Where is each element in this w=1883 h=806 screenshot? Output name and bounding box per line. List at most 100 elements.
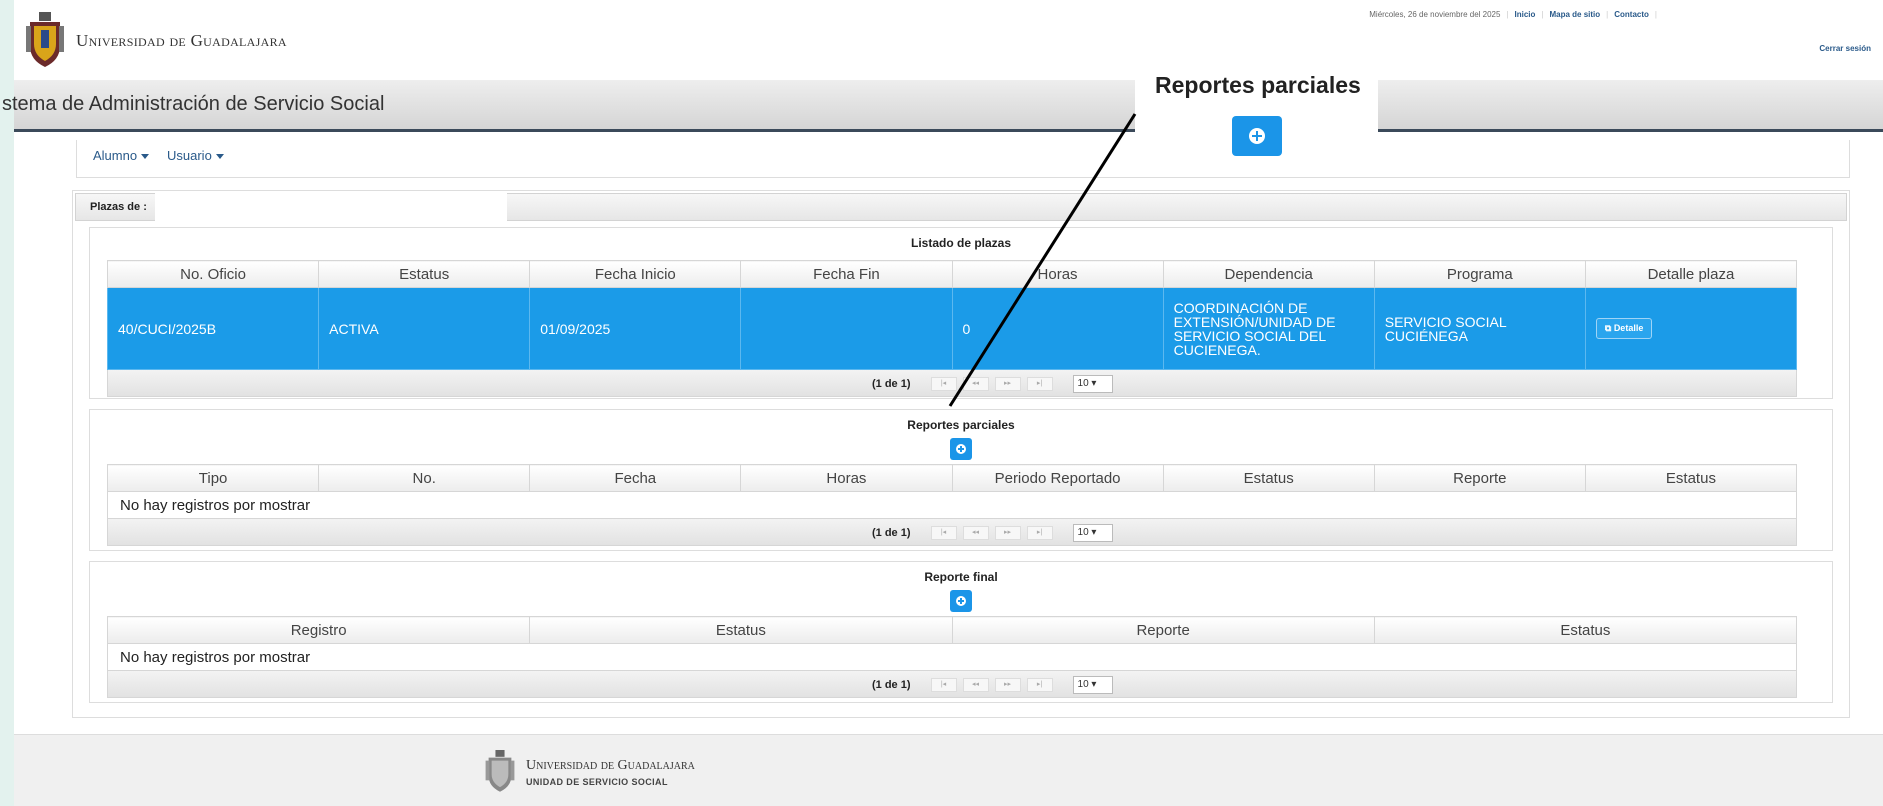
header-logo[interactable]: Universidad de Guadalajara <box>24 12 287 70</box>
link-inicio[interactable]: Inicio <box>1515 10 1536 19</box>
next-page-button[interactable]: ▸▸ <box>994 678 1021 692</box>
column-header[interactable]: Fecha Inicio <box>529 260 742 288</box>
section-reportes-parciales: Reportes parciales Tipo No. Fecha Horas … <box>89 409 1833 551</box>
detalle-button[interactable]: ⧉ Detalle <box>1595 318 1653 339</box>
link-mapa-de-sitio[interactable]: Mapa de sitio <box>1549 10 1600 19</box>
last-page-button[interactable]: ▸| <box>1026 678 1053 692</box>
section-title: Reportes parciales <box>907 418 1015 432</box>
first-page-button[interactable]: |◂ <box>930 377 957 391</box>
section-title: Listado de plazas <box>910 236 1012 250</box>
column-header[interactable]: Estatus <box>318 260 531 288</box>
cell-horas: 0 <box>951 287 1164 370</box>
university-crest-icon <box>485 750 515 792</box>
column-header[interactable]: No. Oficio <box>106 260 320 288</box>
cell-fecha-inicio: 01/09/2025 <box>529 287 742 370</box>
paginator: (1 de 1) |◂ ◂◂ ▸▸ ▸| 10 ▾ <box>107 370 1797 397</box>
reportes-parciales-table: Tipo No. Fecha Horas Periodo Reportado E… <box>106 464 1798 519</box>
callout-title: Reportes parciales <box>1155 72 1361 98</box>
column-header[interactable]: Registro <box>106 616 531 644</box>
section-title: Reporte final <box>924 570 998 584</box>
external-link-icon: ⧉ <box>1604 323 1614 333</box>
system-titlebar: stema de Administración de Servicio Soci… <box>2 80 1883 132</box>
university-crest-icon <box>26 12 64 67</box>
brand-name: Universidad de Guadalajara <box>76 31 287 50</box>
footer-unit: UNIDAD DE SERVICIO SOCIAL <box>526 776 668 787</box>
redaction-overlay <box>155 191 507 229</box>
column-header[interactable]: Estatus <box>1162 464 1375 492</box>
table-header-row: Registro Estatus Reporte Estatus <box>106 616 1798 644</box>
callout-add-button <box>1232 116 1282 156</box>
cell-dependencia: COORDINACIÓN DE EXTENSIÓN/UNIDAD DE SERV… <box>1162 287 1375 370</box>
column-header[interactable]: Reporte <box>1373 464 1586 492</box>
column-header[interactable]: Horas <box>951 260 1164 288</box>
footer: Universidad de Guadalajara UNIDAD DE SER… <box>14 734 1883 806</box>
column-header[interactable]: Periodo Reportado <box>951 464 1164 492</box>
reporte-final-table: Registro Estatus Reporte Estatus No hay … <box>106 616 1798 671</box>
column-header[interactable]: Detalle plaza <box>1584 260 1798 288</box>
column-header[interactable]: Fecha <box>529 464 742 492</box>
section-listado-plazas: Listado de plazas No. Oficio Estatus Fec… <box>89 227 1833 399</box>
cell-fecha-fin <box>740 287 953 370</box>
table-row[interactable]: 40/CUCI/2025B ACTIVA 01/09/2025 0 COORDI… <box>106 287 1798 370</box>
cell-programa: SERVICIO SOCIAL CUCIÉNEGA <box>1373 287 1586 370</box>
paginator: (1 de 1) |◂ ◂◂ ▸▸ ▸| 10 ▾ <box>107 519 1797 546</box>
column-header[interactable]: Estatus <box>529 616 953 644</box>
page: Universidad de Guadalajara Miércoles, 26… <box>2 0 1883 806</box>
prev-page-button[interactable]: ◂◂ <box>962 377 989 391</box>
link-contacto[interactable]: Contacto <box>1614 10 1649 19</box>
last-page-button[interactable]: ▸| <box>1026 377 1053 391</box>
next-page-button[interactable]: ▸▸ <box>994 526 1021 540</box>
paginator: (1 de 1) |◂ ◂◂ ▸▸ ▸| 10 ▾ <box>107 671 1797 698</box>
rows-per-page-select[interactable]: 10 ▾ <box>1072 375 1113 393</box>
first-page-button[interactable]: |◂ <box>930 526 957 540</box>
next-page-button[interactable]: ▸▸ <box>994 377 1021 391</box>
plazas-table: No. Oficio Estatus Fecha Inicio Fecha Fi… <box>106 260 1798 370</box>
add-reporte-final-button[interactable] <box>950 590 972 612</box>
table-row: No hay registros por mostrar <box>107 491 1797 519</box>
callout-zoom: Reportes parciales <box>1135 64 1378 157</box>
system-title: stema de Administración de Servicio Soci… <box>2 93 385 115</box>
chevron-down-icon <box>141 154 150 160</box>
prev-page-button[interactable]: ◂◂ <box>962 526 989 540</box>
main-menu: Alumno Usuario <box>76 140 1850 178</box>
plazas-panel: Plazas de : Listado de plazas No. Oficio… <box>72 190 1850 718</box>
logout-link[interactable]: Cerrar sesión <box>1819 44 1871 53</box>
chevron-down-icon <box>215 154 224 160</box>
column-header[interactable]: Estatus <box>1373 616 1798 644</box>
plus-circle-icon <box>956 596 966 606</box>
column-header[interactable]: Horas <box>740 464 953 492</box>
current-date: Miércoles, 26 de noviembre del 2025 <box>1369 10 1501 19</box>
page-count: (1 de 1) <box>872 378 911 390</box>
column-header[interactable]: Programa <box>1373 260 1586 288</box>
add-reporte-parcial-button[interactable] <box>950 438 972 460</box>
empty-message: No hay registros por mostrar <box>107 643 1797 671</box>
cell-estatus: ACTIVA <box>318 287 531 370</box>
plus-circle-icon <box>1249 128 1265 144</box>
table-header-row: Tipo No. Fecha Horas Periodo Reportado E… <box>106 464 1798 492</box>
menu-usuario[interactable]: Usuario <box>167 148 224 163</box>
table-row: No hay registros por mostrar <box>107 643 1797 671</box>
column-header[interactable]: Fecha Fin <box>740 260 953 288</box>
plus-circle-icon <box>956 444 966 454</box>
top-links: Miércoles, 26 de noviembre del 2025 | In… <box>1369 10 1657 19</box>
empty-message: No hay registros por mostrar <box>107 491 1797 519</box>
cell-detalle: ⧉ Detalle <box>1584 287 1798 370</box>
rows-per-page-select[interactable]: 10 ▾ <box>1072 524 1113 542</box>
menu-alumno[interactable]: Alumno <box>93 148 150 163</box>
page-count: (1 de 1) <box>872 679 911 691</box>
footer-brand: Universidad de Guadalajara <box>526 757 695 773</box>
column-header[interactable]: Tipo <box>106 464 320 492</box>
section-reporte-final: Reporte final Registro Estatus Reporte E… <box>89 561 1833 703</box>
column-header[interactable]: Estatus <box>1584 464 1798 492</box>
last-page-button[interactable]: ▸| <box>1026 526 1053 540</box>
prev-page-button[interactable]: ◂◂ <box>962 678 989 692</box>
footer-logo: Universidad de Guadalajara UNIDAD DE SER… <box>484 750 695 794</box>
table-header-row: No. Oficio Estatus Fecha Inicio Fecha Fi… <box>106 260 1798 288</box>
panel-title: Plazas de : <box>90 201 147 213</box>
page-count: (1 de 1) <box>872 527 911 539</box>
rows-per-page-select[interactable]: 10 ▾ <box>1072 676 1113 694</box>
column-header[interactable]: Reporte <box>951 616 1375 644</box>
first-page-button[interactable]: |◂ <box>930 678 957 692</box>
column-header[interactable]: No. <box>318 464 531 492</box>
column-header[interactable]: Dependencia <box>1162 260 1375 288</box>
